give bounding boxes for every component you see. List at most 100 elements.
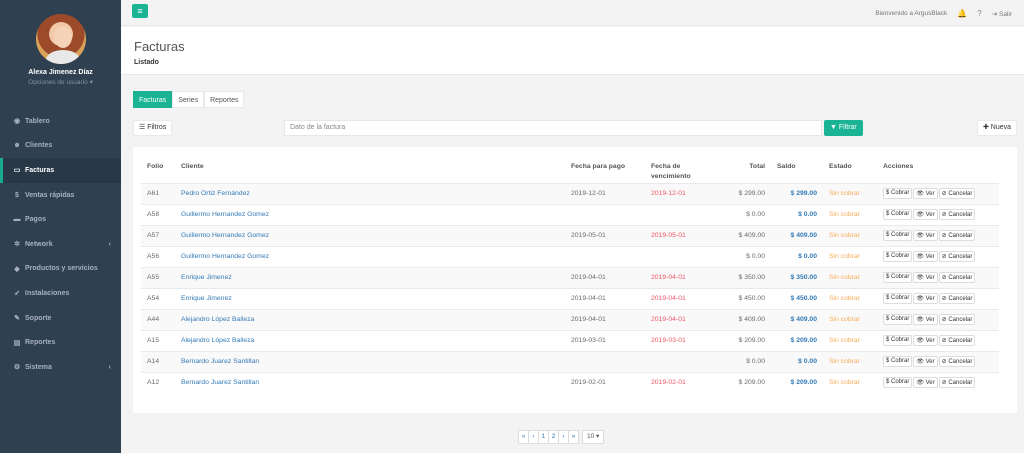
actions-cell: $ Cobrar 👁 Ver ⊘ Cancelar [877,350,999,372]
cliente-link[interactable]: Guillermo Hernandez Gomez [175,245,565,267]
tab-reportes[interactable]: Reportes [204,91,245,108]
cliente-link[interactable]: Alejandro López Balleza [175,308,565,330]
menu-toggle-button[interactable]: ≡ [132,4,148,18]
cancelar-button[interactable]: ⊘ Cancelar [938,188,976,199]
fecha-pago-cell [565,203,645,225]
sidebar-item-instalaciones[interactable]: ➶ Instalaciones [0,281,121,306]
sidebar-item-reportes[interactable]: ▤ Reportes [0,330,121,355]
cobrar-button[interactable]: $ Cobrar [883,377,913,389]
sidebar-item-label: Ventas rápidas [25,191,75,199]
table-body: A61 Pedro Ortiz Fernández 2019-12-01 2019-1… [141,182,999,393]
ver-button[interactable]: 👁 Ver [913,335,938,346]
col-fecha-pago: Fecha para pago [565,155,645,184]
sidebar-item-pagos[interactable]: ▬ Pagos [0,207,121,232]
ver-button[interactable]: 👁 Ver [913,188,938,199]
ver-button[interactable]: 👁 Ver [913,356,938,367]
logout-label: Salir [998,10,1012,18]
folio-cell: A61 [141,182,175,204]
user-name: Alexa Jimenez Díaz [28,69,93,76]
col-folio: Folio [141,155,175,184]
avatar[interactable] [33,12,88,66]
sidebar-item-soporte[interactable]: ✎ Soporte [0,306,121,331]
topbar: ≡ Bienvenido a ArgusBlack 🔔 ? ⇥ Salir [121,0,1024,26]
col-fecha-venc: Fecha de vencimiento [645,155,715,184]
sidebar-item-productos-y-servicios[interactable]: ◆ Productos y servicios [0,257,121,282]
folio-cell: A57 [141,224,175,246]
ver-button[interactable]: 👁 Ver [913,293,938,304]
ver-button[interactable]: 👁 Ver [913,272,938,283]
folio-cell: A58 [141,203,175,225]
cancelar-button[interactable]: ⊘ Cancelar [938,251,976,262]
ver-button[interactable]: 👁 Ver [913,251,938,262]
sidebar-item-network[interactable]: ✲ Network ‹ [0,232,121,257]
filter-button[interactable]: ▼ Filtrar [824,120,863,136]
actions-cell: $ Cobrar 👁 Ver ⊘ Cancelar [877,266,999,288]
cliente-link[interactable]: Enrique Jimenez [175,266,565,288]
cancelar-button[interactable]: ⊘ Cancelar [938,377,976,389]
cancelar-button[interactable]: ⊘ Cancelar [938,356,976,367]
cliente-link[interactable]: Pedro Ortiz Fernández [175,182,565,204]
estado-badge: Sin cobrar [823,224,877,246]
tab-series[interactable]: Series [172,91,205,108]
cobrar-button[interactable]: $ Cobrar [883,293,913,304]
cliente-link[interactable]: Alejandro López Balleza [175,329,565,351]
sidebar-item-label: Soporte [25,314,52,322]
estado-badge: Sin cobrar [823,329,877,351]
tab-facturas[interactable]: Facturas [133,91,173,108]
cobrar-button[interactable]: $ Cobrar [883,209,913,220]
ver-button[interactable]: 👁 Ver [913,209,938,220]
cliente-link[interactable]: Enrique Jimenez [175,287,565,309]
sidebar-item-facturas[interactable]: ▭ Facturas [0,158,121,183]
cobrar-button[interactable]: $ Cobrar [883,335,913,346]
filters-button[interactable]: ☰ Filtros [133,120,173,136]
total-cell: $ 450.00 [715,287,771,309]
cobrar-button[interactable]: $ Cobrar [883,188,913,199]
page-last-button[interactable]: » [568,430,579,444]
logout-button[interactable]: ⇥ Salir [992,10,1012,18]
search-input[interactable]: Dato de la factura [284,120,822,136]
user-options-dropdown[interactable]: Opciones de usuario ▾ [0,78,121,86]
sidebar-item-ventas-r-pidas[interactable]: $ Ventas rápidas [0,183,121,208]
toolbar: ☰ Filtros Dato de la factura ▼ Filtrar ✚… [133,119,1017,137]
ver-button[interactable]: 👁 Ver [913,230,938,241]
cobrar-button[interactable]: $ Cobrar [883,356,913,367]
cancelar-button[interactable]: ⊘ Cancelar [938,209,976,220]
cliente-link[interactable]: Guillermo Hernandez Gomez [175,224,565,246]
cancelar-button[interactable]: ⊘ Cancelar [938,314,976,325]
total-cell: $ 0.00 [715,245,771,267]
cancelar-button[interactable]: ⊘ Cancelar [938,335,976,346]
cancelar-button[interactable]: ⊘ Cancelar [938,293,976,304]
sidebar-item-tablero[interactable]: ◉ Tablero [0,109,121,134]
actions-cell: $ Cobrar 👁 Ver ⊘ Cancelar [877,308,999,330]
cobrar-button[interactable]: $ Cobrar [883,251,913,262]
cobrar-button[interactable]: $ Cobrar [883,314,913,325]
bell-icon[interactable]: 🔔 [957,9,967,18]
table-row: A58 Guillermo Hernandez Gomez $ 0.00 $ 0.00… [141,203,999,225]
actions-cell: $ Cobrar 👁 Ver ⊘ Cancelar [877,329,999,351]
sidebar-item-sistema[interactable]: ⚙ Sistema ‹ [0,355,121,380]
cliente-link[interactable]: Bernardo Juarez Santillan [175,371,565,393]
table-row: A12 Bernardo Juarez Santillan 2019-02-01 20… [141,371,999,393]
actions-cell: $ Cobrar 👁 Ver ⊘ Cancelar [877,371,999,393]
table-row: A57 Guillermo Hernandez Gomez 2019-05-01 20… [141,224,999,246]
ver-button[interactable]: 👁 Ver [913,377,938,389]
cliente-link[interactable]: Bernardo Juarez Santillan [175,350,565,372]
tabs: Facturas Series Reportes [133,91,245,108]
folio-cell: A54 [141,287,175,309]
cobrar-button[interactable]: $ Cobrar [883,230,913,241]
new-invoice-button[interactable]: ✚ Nueva [976,120,1017,136]
sidebar-item-label: Facturas [25,166,55,174]
total-cell: $ 409.00 [715,224,771,246]
per-page-select[interactable]: 10 ▾ [582,430,605,444]
pagination: « ‹ 1 2 › » 10 ▾ [518,430,605,444]
cliente-link[interactable]: Guillermo Hernandez Gomez [175,203,565,225]
cobrar-button[interactable]: $ Cobrar [883,272,913,283]
help-icon[interactable]: ? [977,9,981,18]
sidebar-item-clientes[interactable]: ☻ Clientes [0,134,121,159]
cancelar-button[interactable]: ⊘ Cancelar [938,272,976,283]
ver-button[interactable]: 👁 Ver [913,314,938,325]
cancelar-button[interactable]: ⊘ Cancelar [938,230,976,241]
fecha-venc-cell: 2019-04-01 [645,266,715,288]
table-row: A54 Enrique Jimenez 2019-04-01 2019-04-01 $ … [141,287,999,309]
fecha-venc-cell: 2019-04-01 [645,308,715,330]
